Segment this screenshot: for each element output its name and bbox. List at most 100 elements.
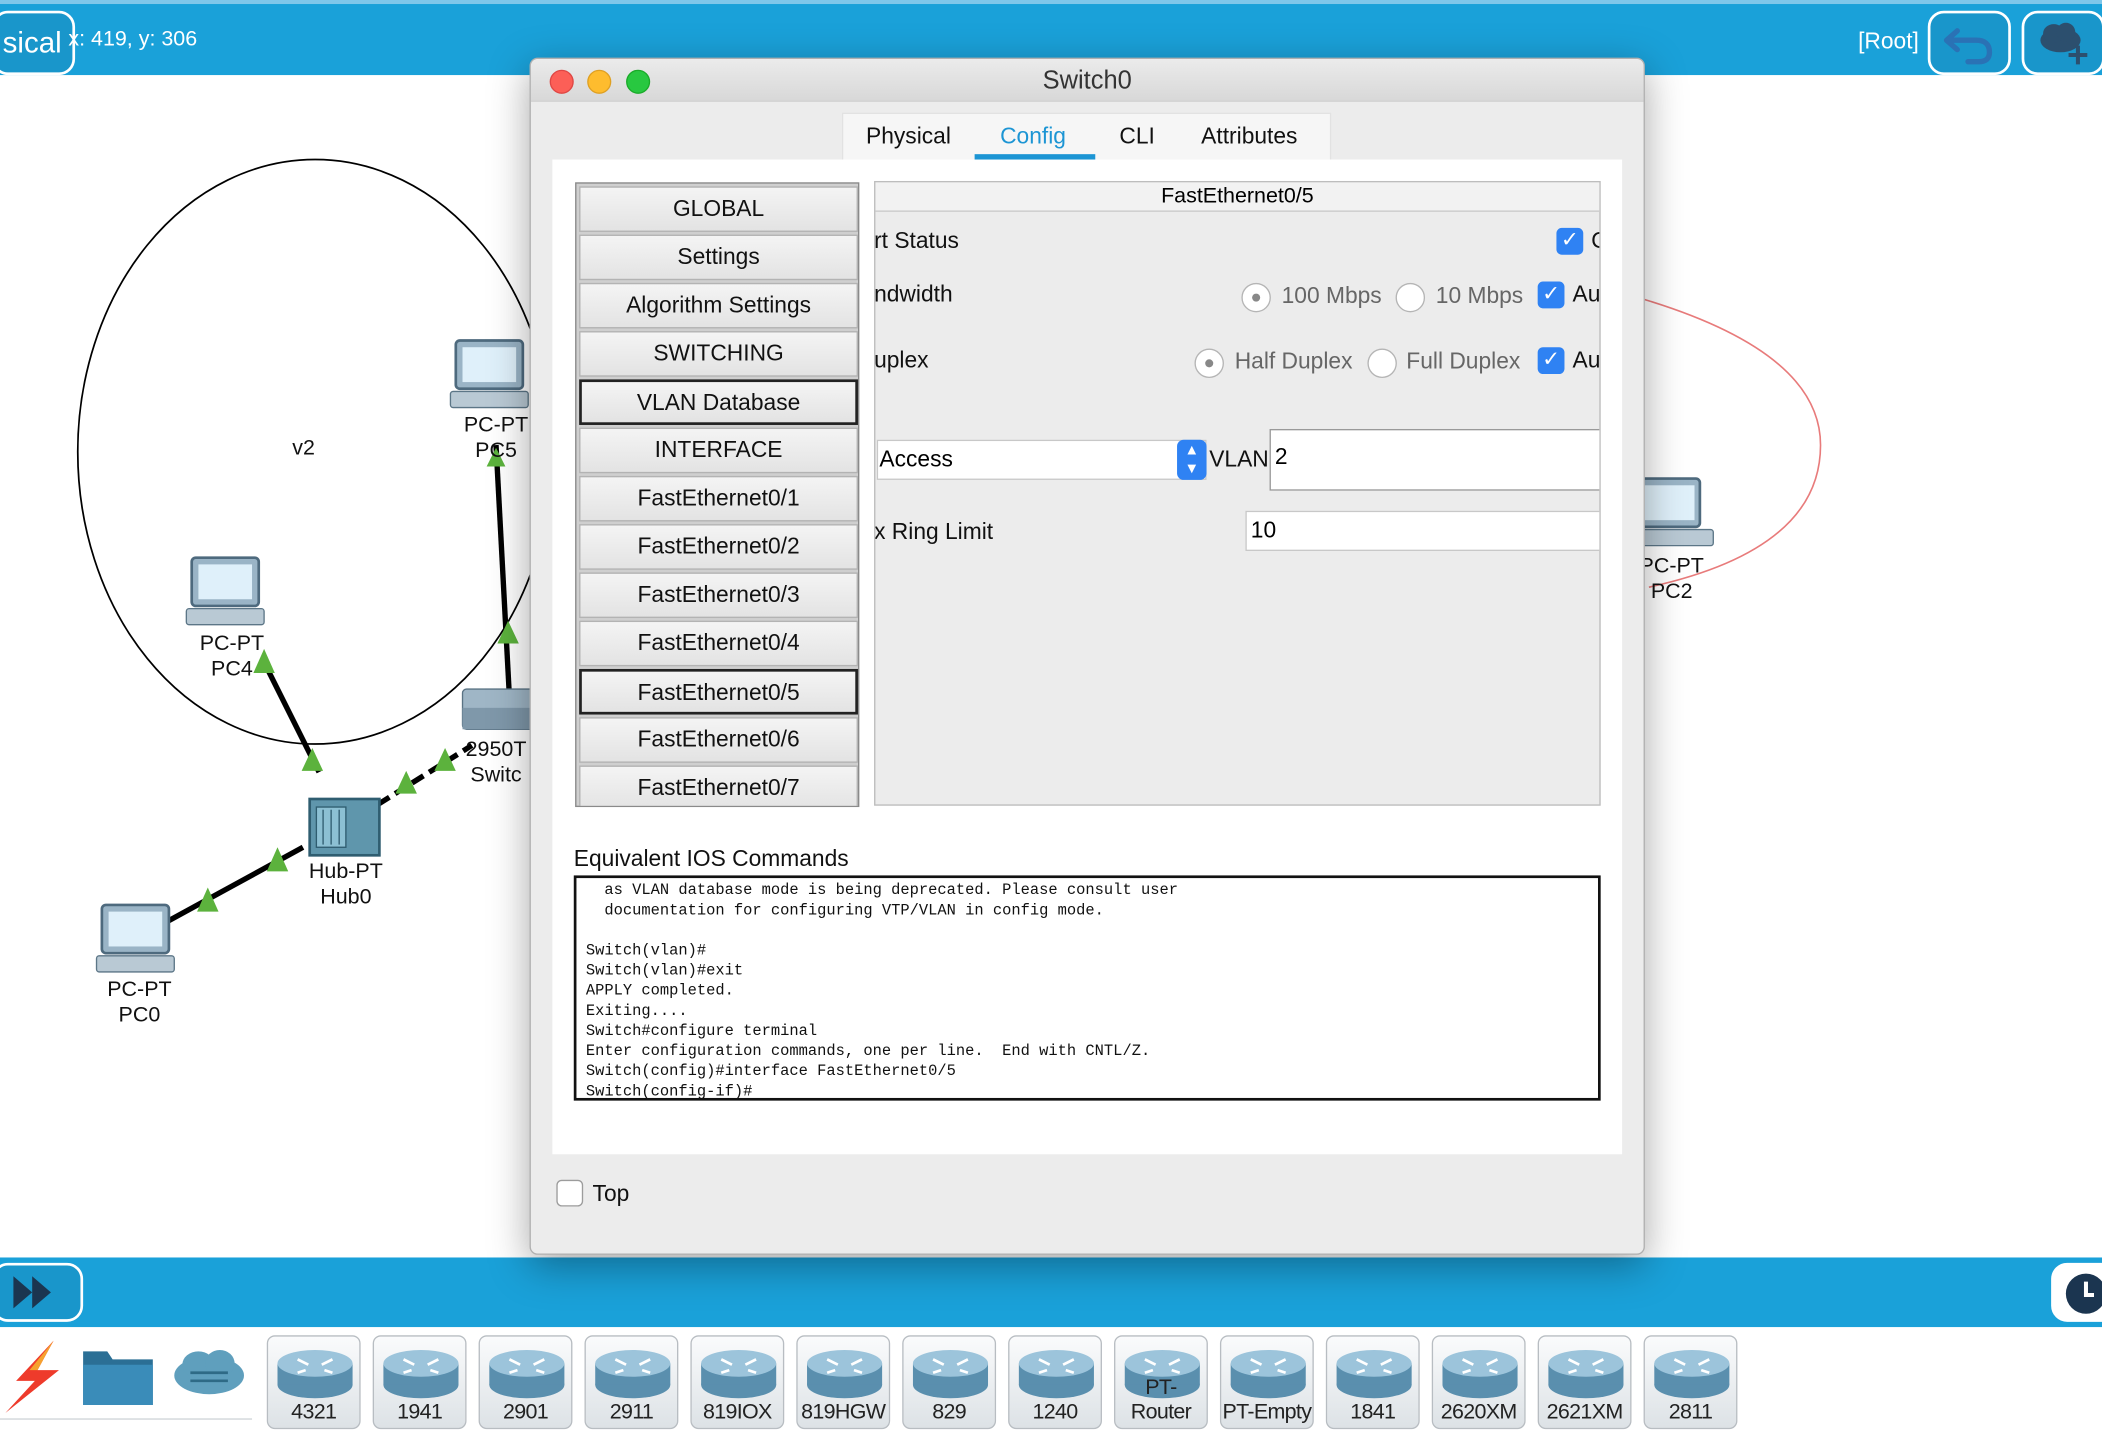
device-4321[interactable]: 4321	[266, 1335, 361, 1430]
bandwidth-10-radio[interactable]	[1395, 282, 1426, 313]
switch0-type: 2950T	[465, 738, 527, 762]
pc0-device-icon[interactable]	[95, 903, 175, 973]
tab-cli[interactable]: CLI	[1119, 123, 1154, 150]
vlan-value: 2	[1274, 443, 1288, 470]
duplex-auto-checkbox[interactable]: ✓	[1537, 347, 1565, 375]
bandwidth-label: ndwidth	[874, 281, 953, 307]
bandwidth-100-radio[interactable]	[1241, 282, 1271, 313]
sidebar-item-fa0-2[interactable]: FastEthernet0/2	[579, 524, 858, 570]
access-mode-select[interactable]: Access ▲ ▼	[876, 439, 1207, 480]
device-2901[interactable]: 2901	[478, 1335, 573, 1430]
switch0-config-dialog: Switch0 Physical Config CLI Attributes G…	[529, 57, 1645, 1255]
ios-line: as VLAN database mode is being deprecate…	[585, 882, 1178, 900]
device-model-label: 4321	[291, 1400, 337, 1424]
config-sidebar-list[interactable]: GLOBAL Settings Algorithm Settings SWITC…	[575, 182, 860, 808]
pc4-label: PC-PT PC4	[189, 631, 275, 682]
hub0-device-icon[interactable]	[308, 797, 381, 857]
duplex-label: uplex	[874, 347, 929, 373]
sidebar-item-fa0-6[interactable]: FastEthernet0/6	[579, 717, 858, 763]
duplex-auto-label: Au	[1572, 347, 1601, 373]
hub0-type: Hub-PT	[308, 860, 383, 884]
cloud-add-button[interactable]	[2021, 10, 2102, 76]
device-model-label: 819IOX	[702, 1400, 772, 1424]
clock-icon	[2065, 1273, 2102, 1314]
device-pt-empty[interactable]: PT-Empty	[1219, 1335, 1314, 1430]
port-status-on-label: O	[1591, 228, 1599, 255]
tab-attributes[interactable]: Attributes	[1201, 123, 1297, 150]
pc0-label: PC-PT PC0	[97, 977, 183, 1028]
pc4-device-icon[interactable]	[185, 556, 265, 626]
tab-bar: Physical Config CLI Attributes	[841, 112, 1332, 161]
bandwidth-auto-checkbox[interactable]: ✓	[1537, 281, 1565, 309]
bandwidth-100-label: 100 Mbps	[1281, 282, 1382, 309]
cloud-icon[interactable]	[169, 1343, 249, 1402]
always-on-top-checkbox[interactable]	[556, 1179, 584, 1207]
sidebar-item-fa0-4[interactable]: FastEthernet0/4	[579, 620, 858, 667]
pc5-device-icon[interactable]	[449, 339, 529, 409]
tx-ring-limit-field[interactable]: 10	[1245, 510, 1600, 551]
sidebar-item-algorithm-settings[interactable]: Algorithm Settings	[579, 282, 858, 329]
full-duplex-radio[interactable]	[1367, 348, 1397, 379]
half-duplex-radio[interactable]	[1194, 348, 1224, 379]
bottom-toolbar	[0, 1257, 2102, 1328]
device-model-label: 2811	[1668, 1400, 1713, 1424]
device-pt-router[interactable]: PT-Router	[1114, 1335, 1208, 1430]
router-icon	[489, 1349, 565, 1399]
vlan-field[interactable]: 2	[1269, 428, 1600, 491]
sidebar-item-fa0-1[interactable]: FastEthernet0/1	[579, 475, 858, 522]
realtime-clock-button[interactable]	[2051, 1262, 2102, 1322]
tx-ring-limit-label: x Ring Limit	[874, 518, 994, 545]
sidebar-item-global[interactable]: GLOBAL	[579, 186, 858, 232]
ios-line: Switch#configure terminal	[585, 1022, 818, 1041]
router-icon	[701, 1349, 777, 1399]
access-mode-value: Access	[879, 446, 953, 472]
device-model-label: 819HGW	[801, 1400, 886, 1424]
device-2811[interactable]: 2811	[1643, 1335, 1738, 1430]
device-2620xm[interactable]: 2620XM	[1431, 1335, 1526, 1430]
device-model-label: 1941	[397, 1400, 443, 1424]
pc2-device-icon[interactable]	[1634, 477, 1714, 547]
port-status-checkbox[interactable]: ✓	[1556, 227, 1584, 255]
device-model-label: 2901	[502, 1400, 549, 1424]
folder-icon[interactable]	[80, 1341, 155, 1408]
device-819iox[interactable]: 819IOX	[690, 1335, 785, 1430]
config-panel: GLOBAL Settings Algorithm Settings SWITC…	[552, 159, 1623, 1155]
back-icon	[1943, 28, 1993, 65]
device-model-label: 2620XM	[1440, 1400, 1518, 1424]
cursor-coordinates: x: 419, y: 306	[68, 28, 198, 51]
router-icon	[912, 1349, 989, 1399]
pc5-label: PC-PT PC5	[453, 413, 539, 464]
ios-line: Switch(config-if)#	[585, 1083, 753, 1101]
sidebar-item-fa0-5[interactable]: FastEthernet0/5	[579, 668, 858, 715]
device-1941[interactable]: 1941	[372, 1335, 467, 1430]
ios-commands-console[interactable]: as VLAN database mode is being deprecate…	[573, 875, 1601, 1101]
device-2621xm[interactable]: 2621XM	[1537, 1335, 1632, 1430]
tx-ring-limit-value: 10	[1250, 517, 1277, 543]
device-1240[interactable]: 1240	[1008, 1335, 1102, 1430]
back-button[interactable]	[1927, 10, 2011, 76]
sidebar-item-switching[interactable]: SWITCHING	[579, 331, 858, 377]
tab-physical[interactable]: Physical	[866, 123, 951, 150]
router-icon	[807, 1349, 883, 1399]
device-819hgw[interactable]: 819HGW	[796, 1335, 891, 1430]
device-1841[interactable]: 1841	[1325, 1335, 1420, 1430]
sidebar-item-fa0-3[interactable]: FastEthernet0/3	[579, 572, 858, 619]
link-status-up	[497, 620, 519, 644]
fast-forward-button[interactable]	[0, 1262, 84, 1322]
dialog-titlebar[interactable]: Switch0	[530, 58, 1644, 102]
sidebar-item-vlan-database[interactable]: VLAN Database	[579, 379, 858, 425]
router-icon	[1654, 1349, 1730, 1399]
device-2911[interactable]: 2911	[584, 1335, 679, 1430]
sidebar-item-fa0-7[interactable]: FastEthernet0/7	[579, 765, 858, 806]
ios-commands-title: Equivalent IOS Commands	[573, 845, 849, 872]
lightning-icon[interactable]	[0, 1335, 67, 1415]
physical-mode-button[interactable]: sical	[0, 10, 76, 76]
ios-line	[586, 921, 1598, 941]
sidebar-item-settings[interactable]: Settings	[579, 234, 858, 281]
router-icon	[277, 1349, 353, 1399]
link-pc5-switch0[interactable]	[493, 444, 513, 698]
device-829[interactable]: 829	[902, 1335, 997, 1430]
tab-config[interactable]: Config	[1000, 123, 1066, 150]
sidebar-item-interface[interactable]: INTERFACE	[579, 427, 858, 474]
root-label[interactable]: [Root]	[1858, 28, 1919, 55]
